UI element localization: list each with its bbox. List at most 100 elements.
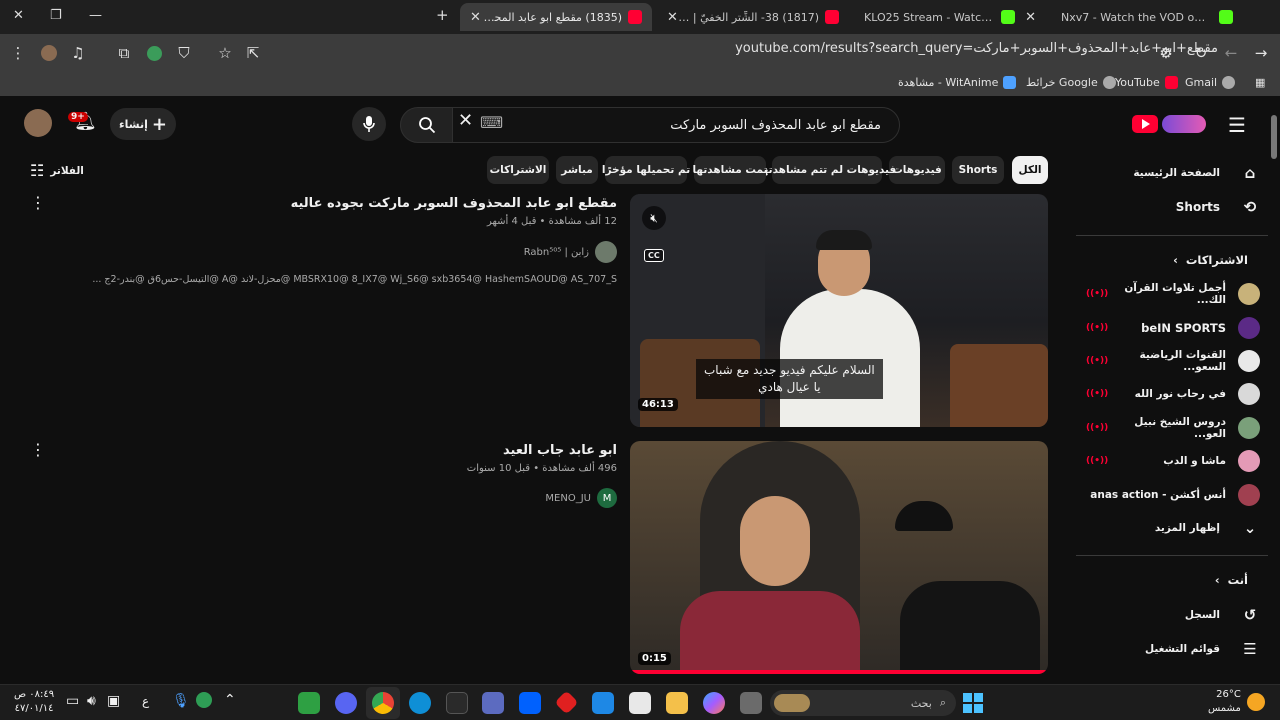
chip-videos[interactable]: فيديوهات	[889, 156, 945, 184]
edge-icon[interactable]	[409, 692, 431, 714]
clock[interactable]: ٠٨:٤٩ ص ٤٧/٠١/١٤	[14, 688, 54, 716]
tab-klo25[interactable]: KLO25 Stream - Watch Live on ✕	[854, 3, 1046, 31]
chip-unwatched[interactable]: فيديوهات لم تتم مشاهدتها	[758, 156, 896, 184]
app-icon-green[interactable]	[298, 692, 320, 714]
chip-recently-uploaded[interactable]: تم تحميلها مؤخرًا	[602, 156, 690, 184]
sidebar-subscription[interactable]: أجمل تلاوات القرآن الك... ((•))	[1076, 277, 1280, 311]
shield-icon[interactable]: ⛉	[173, 42, 195, 64]
hamburger-menu-icon[interactable]: ☰	[1228, 113, 1246, 137]
sidebar-item-history[interactable]: ↺ السجل	[1076, 598, 1280, 632]
close-window-icon[interactable]: ✕	[13, 8, 24, 23]
channel-row[interactable]: M MENO_JU	[545, 488, 617, 508]
microphone-tray-icon[interactable]: 🎙︎	[172, 693, 190, 709]
channel-name[interactable]: MENO_JU	[545, 493, 591, 504]
sidebar-you-heading[interactable]: أنت ›	[1076, 563, 1280, 597]
channel-name[interactable]: زابن | Rabn⁵⁰⁵	[524, 247, 589, 258]
bookmark-witanime[interactable]: مشاهدة - WitAnime	[898, 76, 1017, 89]
channel-row[interactable]: زابن | Rabn⁵⁰⁵	[524, 241, 617, 263]
site-settings-icon[interactable]: ⚙	[1155, 42, 1177, 64]
taskbar-search[interactable]: ⌕ بحث	[770, 690, 956, 716]
create-button[interactable]: إنشاء +	[110, 108, 176, 140]
more-actions-icon[interactable]: ⋮	[30, 440, 46, 459]
app-icon-blue[interactable]	[482, 692, 504, 714]
video-thumbnail[interactable]: 🔇︎ CC السلام عليكم فيديو جديد مع شباب يا…	[630, 194, 1048, 427]
sidebar-subscription[interactable]: القنوات الرياضية السعو... ((•))	[1076, 344, 1280, 378]
task-view-icon[interactable]	[740, 692, 762, 714]
chip-subscriptions[interactable]: الاشتراكات	[487, 156, 549, 184]
more-actions-icon[interactable]: ⋮	[30, 193, 46, 212]
media-controls-icon[interactable]: ♫	[67, 42, 89, 64]
search-input[interactable]: مقطع ابو عابد المحذوف السوبر ماركت	[452, 107, 900, 143]
chip-all[interactable]: الكل	[1012, 156, 1048, 184]
clear-search-icon[interactable]: ✕	[458, 110, 473, 131]
volume-icon[interactable]: 🔊︎	[87, 693, 96, 709]
video-title[interactable]: ابو عابد جاب العيد	[503, 443, 617, 458]
close-tab-icon[interactable]: ✕	[667, 10, 678, 25]
page-scrollbar[interactable]	[1268, 101, 1280, 684]
epic-games-icon[interactable]	[446, 692, 468, 714]
bookmark-youtube[interactable]: YouTube	[1115, 76, 1178, 89]
restore-window-icon[interactable]: ❐	[50, 8, 62, 23]
sidebar-item-playlists[interactable]: ☰ قوائم التشغيل	[1076, 632, 1280, 666]
sidebar-subscription[interactable]: في رحاب نور الله ((•))	[1076, 377, 1280, 411]
voice-search-button[interactable]	[352, 107, 386, 141]
chip-shorts[interactable]: Shorts	[952, 156, 1004, 184]
close-tab-icon[interactable]: ✕	[1025, 10, 1036, 25]
mail-icon[interactable]	[592, 692, 614, 714]
tab-podcast[interactable]: (1817) 38- الشِّتر الخفيّ | بودكاس... ✕	[657, 3, 849, 31]
address-bar-url[interactable]: youtube.com/results?search_query=مقطع+اب…	[735, 41, 1218, 56]
share-icon[interactable]: ⇱	[242, 42, 264, 64]
new-tab-button[interactable]: +	[436, 6, 449, 24]
video-thumbnail[interactable]: 0:15	[630, 441, 1048, 674]
chrome-taskbar-active[interactable]	[366, 687, 400, 719]
file-explorer-icon[interactable]	[666, 692, 688, 714]
bookmark-star-icon[interactable]: ☆	[214, 42, 236, 64]
video-title[interactable]: مقطع ابو عابد المحذوف السوبر ماركت بجوده…	[291, 196, 617, 211]
sidebar-item-home[interactable]: ⌂ الصفحة الرئيسية	[1076, 156, 1280, 190]
close-tab-icon[interactable]: ✕	[470, 10, 481, 25]
apps-grid-icon[interactable]: ▦	[1255, 76, 1265, 89]
chip-watched[interactable]: تمت مشاهدتها	[692, 156, 768, 184]
account-avatar[interactable]	[24, 109, 52, 137]
mute-icon[interactable]: 🔇︎	[642, 206, 666, 230]
sidebar-show-more[interactable]: ⌄ إظهار المزيد	[1076, 511, 1280, 545]
bookmark-gmail[interactable]: Gmail	[1185, 76, 1236, 89]
sidebar-subscriptions-heading[interactable]: الاشتراكات ›	[1076, 243, 1280, 277]
minimize-window-icon[interactable]: —	[89, 8, 102, 23]
sidebar-item-shorts[interactable]: ⟲ Shorts	[1076, 190, 1280, 224]
battery-icon[interactable]: ▭	[66, 693, 79, 709]
store-icon[interactable]	[629, 692, 651, 714]
sidebar-subscription[interactable]: ماشا و الدب ((•))	[1076, 444, 1280, 478]
copilot-icon[interactable]	[703, 692, 725, 714]
bookmark-google-maps[interactable]: خرائط Google	[1026, 76, 1116, 89]
tab-nxv7[interactable]: Nxv7 - Watch the VOD on Kick	[1051, 3, 1243, 31]
tray-app-icon[interactable]	[196, 692, 212, 708]
tab-youtube-search[interactable]: (1835) مقطع ابو عابد المحذوف ال ✕	[460, 3, 652, 31]
show-hidden-icons[interactable]: ⌃	[224, 692, 236, 708]
windows-start-icon[interactable]	[963, 693, 983, 713]
menu-kebab-icon[interactable]: ⋮	[7, 42, 29, 64]
chip-live[interactable]: مباشر	[556, 156, 598, 184]
scrollbar-thumb[interactable]	[1271, 115, 1277, 159]
input-language[interactable]: ع	[142, 694, 149, 708]
network-icon[interactable]: ▣	[107, 693, 120, 709]
forward-icon[interactable]: ←	[1220, 42, 1242, 64]
app-icon-red[interactable]	[554, 690, 579, 715]
extension-badge-icon[interactable]	[143, 42, 165, 64]
sidebar-label: السجل	[1184, 609, 1220, 621]
discord-icon[interactable]	[335, 692, 357, 714]
profile-avatar-icon[interactable]	[38, 42, 60, 64]
sidebar-subscription[interactable]: دروس الشيخ نبيل العو... ((•))	[1076, 411, 1280, 445]
captions-button[interactable]: CC	[644, 249, 664, 262]
keyboard-icon[interactable]: ⌨	[480, 113, 503, 132]
search-button[interactable]	[400, 107, 454, 143]
weather-widget[interactable]: 26°C مشمس	[1208, 688, 1241, 716]
sidebar-subscription[interactable]: beIN SPORTS ((•))	[1076, 311, 1280, 345]
filters-button[interactable]: ☷ الفلاتر	[30, 161, 84, 180]
extensions-icon[interactable]: ⧉	[113, 42, 135, 64]
dropbox-icon[interactable]	[519, 692, 541, 714]
sidebar-subscription[interactable]: أنس أكشن - anas action	[1076, 478, 1280, 512]
reload-icon[interactable]: ↻	[1190, 42, 1212, 64]
youtube-logo[interactable]	[1132, 115, 1158, 133]
back-icon[interactable]: →	[1250, 42, 1272, 64]
